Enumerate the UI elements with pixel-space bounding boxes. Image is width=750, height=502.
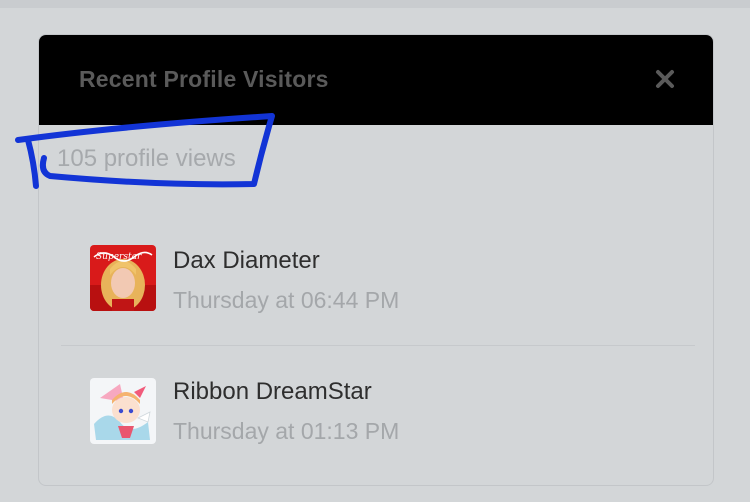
visitor-name[interactable]: Ribbon DreamStar: [173, 378, 372, 406]
avatar[interactable]: [90, 378, 156, 444]
visitor-row[interactable]: Superstar Dax Diameter Thursday at 06:44…: [61, 213, 695, 331]
avatar[interactable]: Superstar: [90, 245, 156, 311]
visitor-row[interactable]: Ribbon DreamStar Thursday at 01:13 PM: [61, 345, 695, 464]
top-divider: [0, 0, 750, 8]
close-icon: [656, 70, 674, 88]
recent-visitors-panel: Recent Profile Visitors 105 profile view…: [38, 34, 714, 486]
superstar-album-cover-icon: Superstar: [90, 245, 156, 311]
panel-header: Recent Profile Visitors: [39, 35, 713, 125]
panel-title: Recent Profile Visitors: [79, 66, 329, 92]
avatar-script-text: Superstar: [96, 252, 142, 262]
visitor-name[interactable]: Dax Diameter: [173, 247, 320, 275]
visit-time: Thursday at 06:44 PM: [173, 287, 400, 313]
profile-views-count: 105 profile views: [57, 145, 236, 172]
close-button[interactable]: [649, 63, 681, 95]
visit-time: Thursday at 01:13 PM: [173, 418, 400, 444]
anime-character-avatar-icon: [90, 378, 156, 444]
